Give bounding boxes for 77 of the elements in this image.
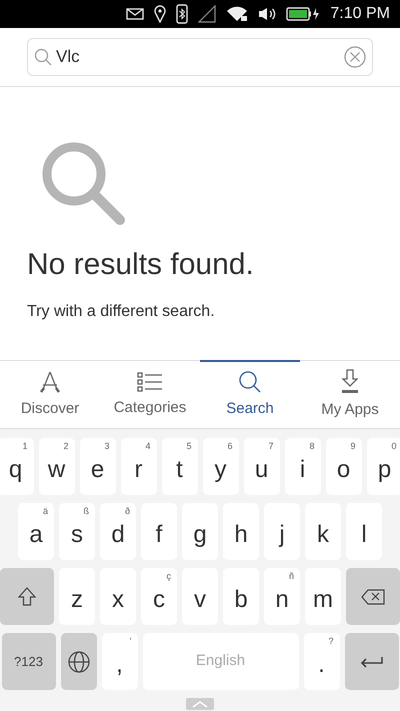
letter-key[interactable]: s ß (59, 503, 95, 560)
key-hint: ð (124, 507, 130, 516)
letter-key[interactable]: k (305, 503, 341, 560)
speaker-icon (258, 7, 276, 21)
letter-key[interactable]: x (100, 568, 136, 625)
globe-icon (68, 650, 90, 672)
letter-key[interactable]: h (223, 503, 259, 560)
keyboard-collapse-handle[interactable] (186, 698, 214, 710)
key-hint: 3 (104, 442, 110, 451)
key-hint: ç (166, 572, 171, 581)
key-hint: 1 (22, 442, 28, 451)
search-icon (34, 48, 52, 66)
letter-key[interactable]: d ð (100, 503, 136, 560)
mail-icon (126, 8, 144, 20)
key-hint: 5 (186, 442, 192, 451)
backspace-icon (361, 588, 385, 604)
letter-key[interactable]: j (264, 503, 300, 560)
letter-key[interactable]: e 3 (80, 438, 116, 495)
search-field[interactable]: Vlc (56, 44, 340, 70)
key-hint: ä (42, 507, 48, 516)
letter-key[interactable]: n ñ (264, 568, 300, 625)
clock-time: 7:10 PM (330, 4, 390, 24)
letter-key[interactable]: . ? (304, 633, 340, 690)
tab[interactable]: Discover (0, 360, 100, 428)
letter-key[interactable]: a ä (18, 503, 54, 560)
letter-key[interactable]: r 4 (120, 438, 156, 495)
drafting-triangle-icon (38, 370, 62, 394)
letter-key[interactable]: i 8 (284, 438, 320, 495)
letter-key[interactable]: u 7 (244, 438, 280, 495)
key-hint: 0 (391, 442, 396, 451)
letter-key[interactable]: t 5 (162, 438, 198, 495)
search-bar[interactable]: Vlc (27, 38, 373, 76)
letter-key[interactable]: p 0 (366, 438, 400, 495)
letter-key[interactable]: q 1 (0, 438, 34, 495)
letter-key[interactable]: o 9 (326, 438, 362, 495)
key-hint: ? (328, 637, 334, 646)
key-hint: 4 (145, 442, 150, 451)
empty-message: Try with a different search. (27, 302, 216, 322)
battery-icon (286, 7, 320, 21)
letter-key[interactable]: w 2 (38, 438, 74, 495)
key-hint: 8 (309, 442, 314, 451)
letter-key[interactable]: b (223, 568, 259, 625)
key-hint: ß (84, 507, 89, 516)
letter-key[interactable]: , ' (102, 633, 138, 690)
key-hint: 6 (227, 442, 232, 451)
letter-key[interactable]: y 6 (202, 438, 238, 495)
list-icon (137, 370, 163, 393)
clear-icon[interactable] (344, 46, 366, 68)
globe-key[interactable] (60, 633, 96, 690)
letter-key[interactable]: f (141, 503, 177, 560)
tab[interactable]: My Apps (300, 360, 400, 428)
letter-key[interactable]: c ç (141, 568, 177, 625)
symbols-key[interactable]: ?123 (2, 633, 56, 690)
letter-key[interactable]: m (305, 568, 341, 625)
key-hint: 2 (63, 442, 68, 451)
backspace-key[interactable] (346, 568, 400, 625)
empty-title: No results found. (27, 247, 255, 283)
letter-key[interactable]: g (182, 503, 218, 560)
wifi-icon (226, 6, 248, 22)
letter-key[interactable]: v (182, 568, 218, 625)
key-hint: ' (130, 637, 132, 646)
location-pin-icon (154, 5, 166, 23)
letter-key[interactable]: z (59, 568, 95, 625)
download-icon (340, 368, 360, 395)
signal-icon (198, 5, 216, 23)
shift-arrow-icon (18, 586, 36, 606)
shift-key[interactable] (0, 568, 54, 625)
tab[interactable]: Categories (100, 360, 200, 428)
enter-arrow-icon (360, 656, 384, 668)
search-icon (238, 370, 262, 394)
key-hint: 9 (350, 442, 356, 451)
letter-key[interactable]: l (346, 503, 382, 560)
key-hint: ñ (288, 572, 294, 581)
enter-key[interactable] (344, 633, 398, 690)
bluetooth-icon (176, 4, 188, 24)
key-hint: 7 (268, 442, 274, 451)
magnifier-icon (40, 140, 126, 226)
